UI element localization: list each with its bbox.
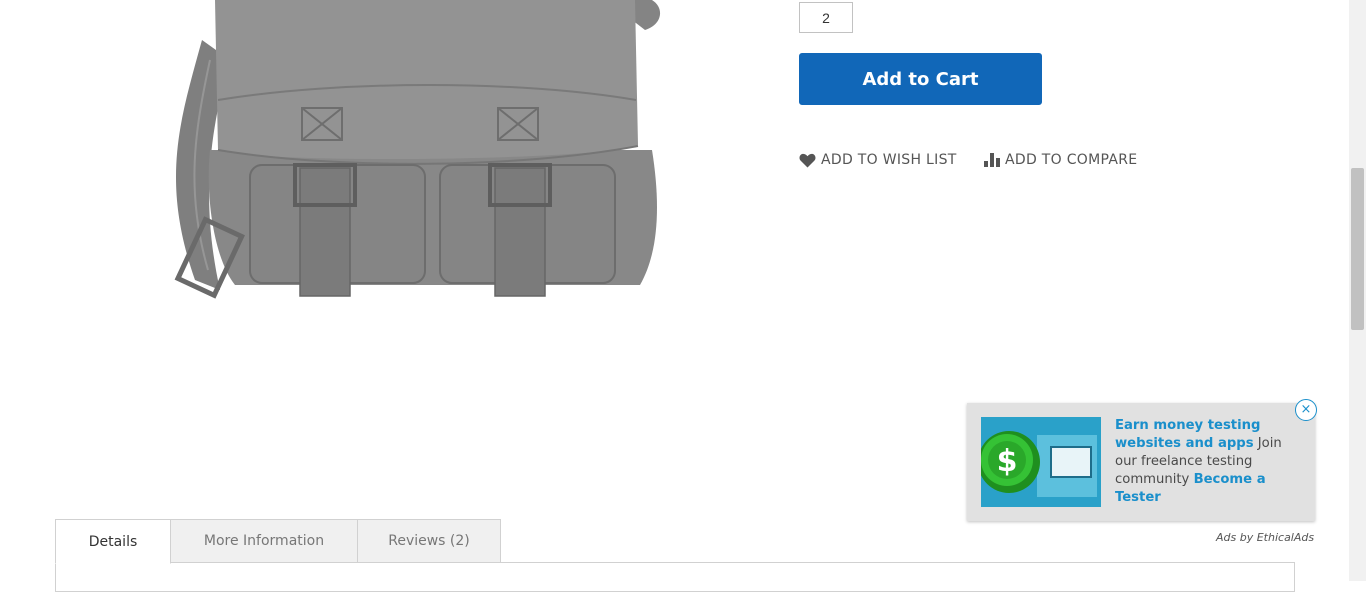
bar-chart-icon bbox=[984, 153, 1000, 167]
messenger-bag-illustration bbox=[174, 0, 661, 299]
add-to-wish-list-link[interactable]: Add to Wish List bbox=[799, 150, 957, 170]
wish-list-label: Add to Wish List bbox=[821, 152, 957, 168]
close-ad-button[interactable]: × bbox=[1295, 399, 1317, 421]
tab-reviews[interactable]: Reviews (2) bbox=[357, 519, 501, 563]
ad-copy: Earn money testing websites and apps Joi… bbox=[1115, 417, 1307, 507]
tab-details[interactable]: Details bbox=[55, 519, 171, 564]
svg-text:$: $ bbox=[997, 444, 1018, 479]
add-to-cart-button[interactable]: Add to Cart bbox=[799, 53, 1042, 105]
tab-panel bbox=[55, 562, 1295, 592]
quantity-input[interactable] bbox=[799, 2, 853, 33]
add-to-compare-link[interactable]: Add to Compare bbox=[984, 150, 1137, 170]
heart-icon bbox=[799, 153, 816, 168]
tab-more-information[interactable]: More Information bbox=[170, 519, 358, 563]
ad-banner: $ Earn money testing websites and apps J… bbox=[967, 403, 1315, 521]
ad-image[interactable]: $ bbox=[978, 417, 1101, 507]
compare-label: Add to Compare bbox=[1005, 152, 1138, 168]
scrollbar-thumb[interactable] bbox=[1351, 168, 1364, 330]
ad-headline-link[interactable]: Earn money testing websites and apps bbox=[1115, 418, 1260, 451]
ad-attribution[interactable]: Ads by EthicalAds bbox=[1216, 531, 1314, 544]
product-image[interactable] bbox=[140, 0, 680, 320]
